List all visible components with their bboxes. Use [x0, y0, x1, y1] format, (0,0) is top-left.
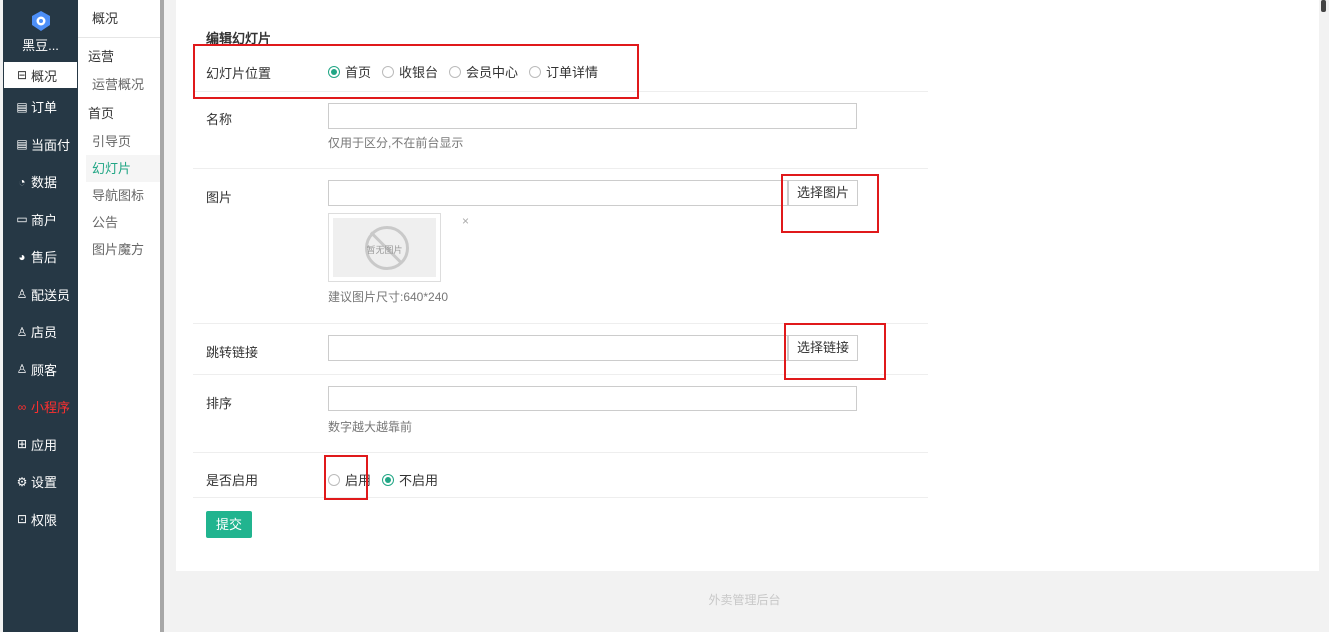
sidebar-item-label: 设置 — [31, 475, 58, 491]
main-card: 编辑幻灯片 幻灯片位置 首页 收银台 会员中心 订单详情 名称 仅用于区分,不在前台显… — [176, 0, 1319, 571]
apps-icon: ⊞ — [16, 437, 28, 452]
form-row-name: 名称 仅用于区分,不在前台显示 — [193, 92, 928, 169]
sidebar-item-5[interactable]: ◕ 售后 — [3, 238, 78, 276]
image-placeholder: 暂无图片 — [333, 218, 436, 277]
gear-icon: ⚙ — [16, 474, 28, 489]
name-input[interactable] — [328, 103, 857, 129]
radio-option[interactable]: 不启用 — [382, 470, 438, 489]
sidebar-item-label: 当面付 — [31, 137, 71, 153]
radio-checked-icon[interactable] — [382, 473, 395, 486]
image-preview: 暂无图片 — [328, 213, 441, 282]
courier-icon: ♙ — [16, 287, 28, 302]
service-icon: ◕ — [18, 249, 26, 264]
subnav-group-label: 首页 — [88, 106, 115, 121]
radio-label: 不启用 — [399, 473, 439, 488]
sidebar-item-label: 数据 — [31, 175, 58, 191]
list-icon: ▤ — [16, 137, 28, 152]
sidebar-item-label: 店员 — [31, 325, 58, 341]
link-input[interactable] — [328, 335, 788, 361]
sidebar-item-label: 订单 — [31, 100, 58, 116]
sidebar-item-3[interactable]: ◔ 数据 — [3, 163, 78, 201]
store-icon: ▭ — [16, 212, 28, 227]
sidebar-item-label: 售后 — [31, 250, 58, 266]
sidebar-item-label: 顾客 — [31, 362, 58, 378]
miniprogram-icon: ∞ — [17, 399, 27, 414]
submit-button[interactable]: 提交 — [206, 511, 253, 538]
image-label: 图片 — [206, 190, 233, 205]
sidebar-item-7[interactable]: ♙ 店员 — [3, 313, 78, 351]
chart-icon: ◔ — [18, 174, 26, 189]
sidebar-item-9[interactable]: ∞ 小程序 — [3, 388, 78, 426]
annotation-box-select-image — [781, 174, 879, 233]
sort-label: 排序 — [206, 396, 233, 411]
remove-image-icon[interactable]: × — [462, 214, 469, 228]
sort-input[interactable] — [328, 386, 857, 411]
enabled-label: 是否启用 — [206, 473, 259, 488]
sort-hint: 数字越大越靠前 — [328, 420, 413, 434]
main-sidebar: 黑豆... ⊟ 概况 ▤ 订单 ▤ 当面付 ◔ 数据 ▭ 商户 ◕ 售后 ♙ 配送员 ♙ 店员 ♙ 顾客 ∞ 小程序 ⊞… — [3, 0, 78, 632]
sidebar-item-label: 配送员 — [31, 287, 71, 303]
sidebar-item-label: 商户 — [31, 212, 58, 228]
subnav-item[interactable]: 幻灯片 — [86, 155, 160, 182]
list-icon: ▤ — [16, 99, 28, 114]
annotation-box-enable — [324, 455, 368, 500]
sidebar-item-1[interactable]: ▤ 订单 — [3, 88, 78, 126]
sidebar-item-4[interactable]: ▭ 商户 — [3, 201, 78, 239]
grid-icon: ⊟ — [16, 68, 28, 82]
subnav-item[interactable]: 公告 — [78, 209, 160, 236]
clerk-icon: ♙ — [16, 324, 28, 339]
subnav-item[interactable]: 图片魔方 — [78, 236, 160, 263]
sidebar-item-10[interactable]: ⊞ 应用 — [3, 426, 78, 464]
form-row-enabled: 是否启用 启用 不启用 — [193, 453, 928, 498]
sidebar-item-0[interactable]: ⊟ 概况 — [4, 62, 77, 88]
annotation-box-select-link — [784, 323, 886, 380]
subnav-scroll-gap — [168, 0, 176, 632]
subnav-top-label[interactable]: 概况 — [78, 0, 160, 38]
subnav-item[interactable]: 运营概况 — [78, 71, 160, 98]
scrollbar-thumb[interactable] — [1321, 0, 1326, 12]
sidebar-item-12[interactable]: ⊡ 权限 — [3, 501, 78, 539]
subnav-item[interactable]: 导航图标 — [78, 182, 160, 209]
sidebar-item-label: 权限 — [31, 512, 58, 528]
link-label: 跳转链接 — [206, 345, 259, 360]
brand-name: 黑豆... — [22, 38, 59, 53]
no-image-text: 暂无图片 — [366, 245, 403, 255]
name-label: 名称 — [206, 112, 233, 127]
image-size-hint: 建议图片尺寸:640*240 — [328, 290, 449, 304]
page-footer: 外卖管理后台 — [708, 593, 781, 607]
lock-icon: ⊡ — [16, 512, 28, 527]
page-scrollbar[interactable] — [1319, 0, 1329, 632]
subnav-group-label: 运营 — [88, 49, 115, 64]
sidebar-item-11[interactable]: ⚙ 设置 — [3, 463, 78, 501]
sidebar-item-label: 应用 — [31, 437, 58, 453]
sidebar-item-8[interactable]: ♙ 顾客 — [3, 351, 78, 389]
brand-logo[interactable]: 黑豆... — [3, 0, 78, 60]
sidebar-item-2[interactable]: ▤ 当面付 — [3, 126, 78, 164]
annotation-box-position — [193, 44, 639, 99]
name-hint: 仅用于区分,不在前台显示 — [328, 136, 464, 150]
sub-sidebar: 概况 运营运营概况首页引导页 幻灯片 导航图标 公告 图片魔方 — [78, 0, 164, 632]
sidebar-item-label: 概况 — [31, 68, 58, 84]
customer-icon: ♙ — [16, 362, 28, 377]
image-url-input[interactable] — [328, 180, 788, 206]
sidebar-item-6[interactable]: ♙ 配送员 — [3, 276, 78, 314]
form-row-sort: 排序 数字越大越靠前 — [193, 375, 928, 453]
logo-icon — [31, 11, 50, 31]
sidebar-item-label: 小程序 — [31, 400, 71, 416]
subnav-item[interactable]: 引导页 — [78, 128, 160, 155]
